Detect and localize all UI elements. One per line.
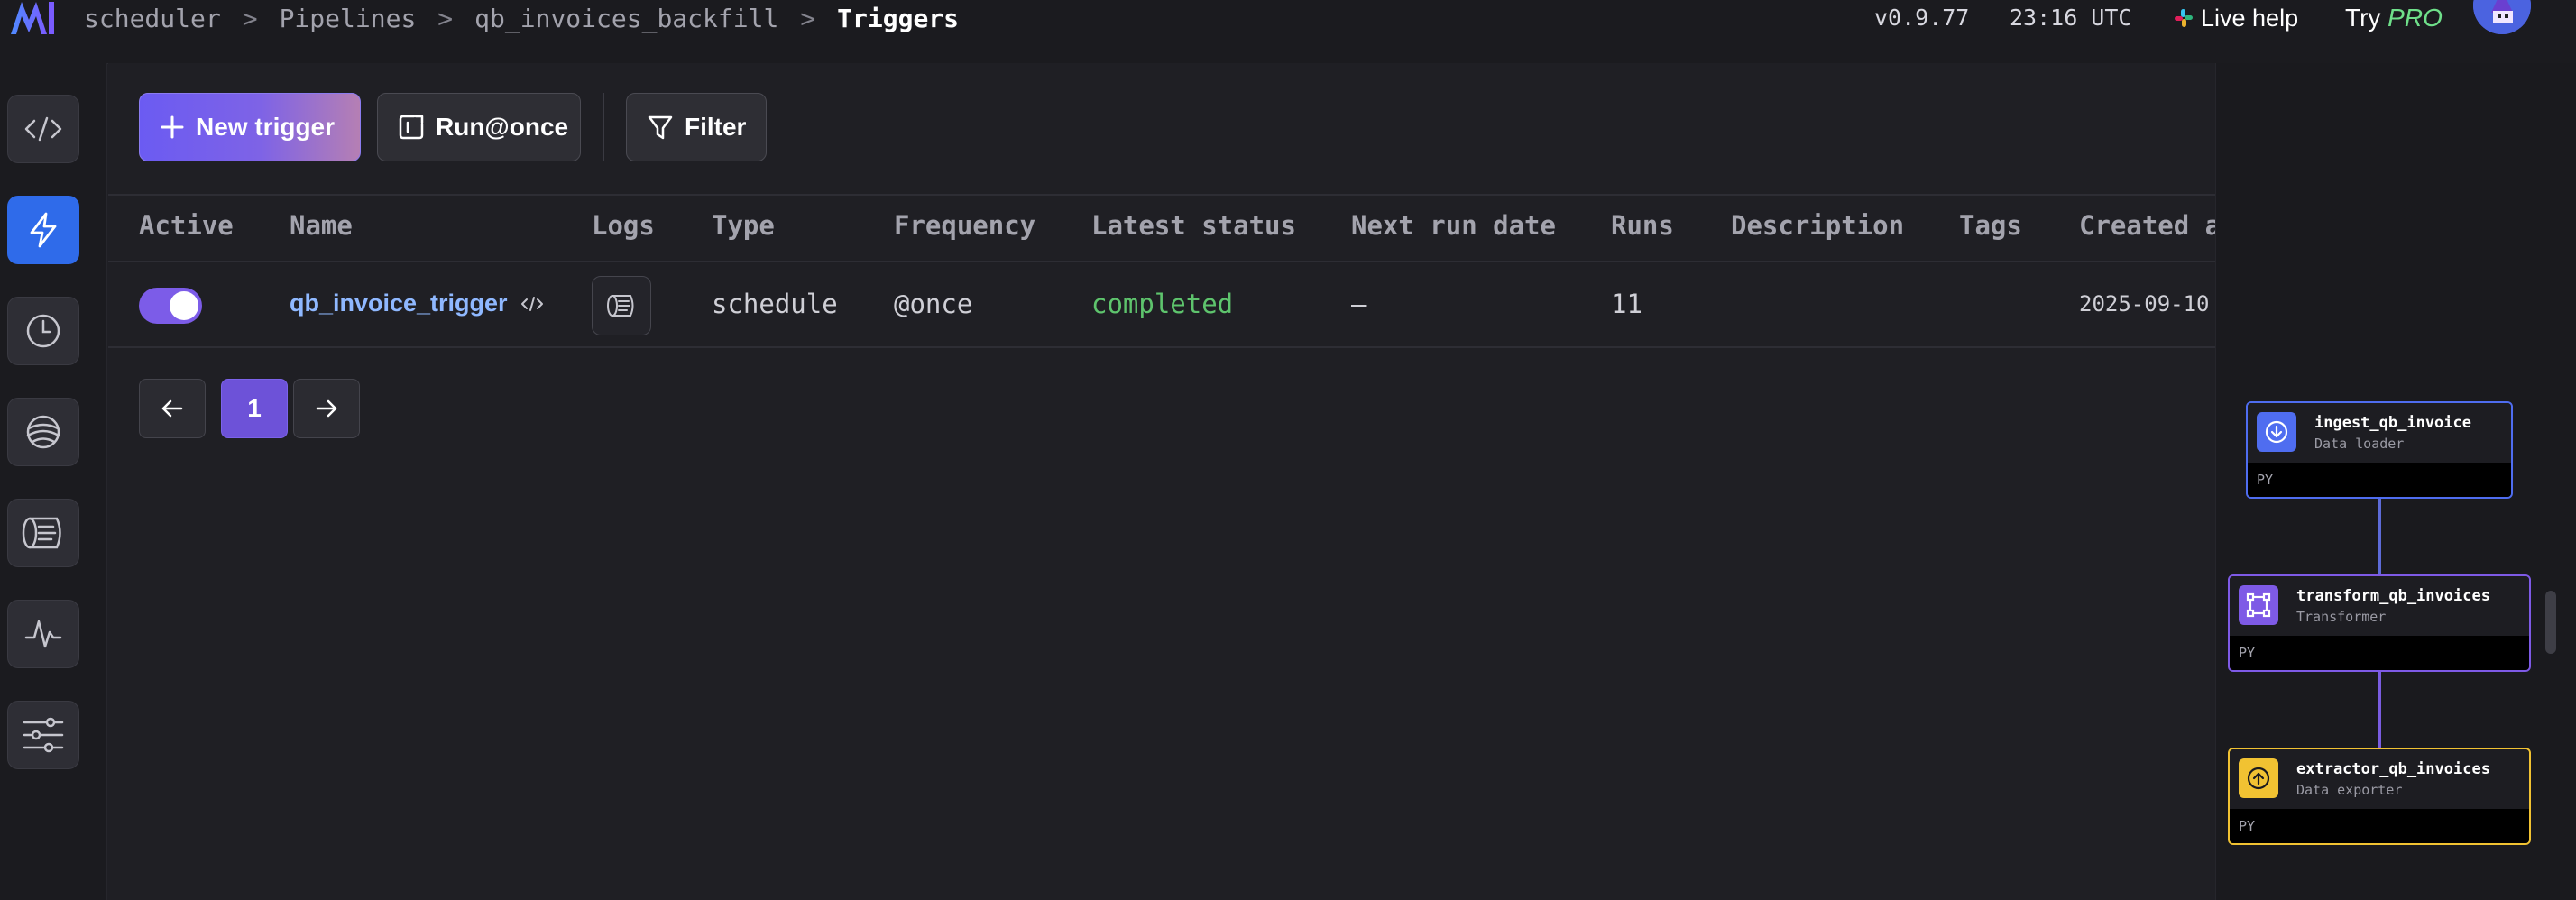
graph-edge [2378,670,2381,748]
slack-icon [2174,8,2194,28]
run-once-button[interactable]: Run@once [377,93,581,161]
breadcrumb-item-pipeline[interactable]: qb_invoices_backfill [474,4,778,33]
filter-button[interactable]: Filter [626,93,767,161]
sidebar-item-edit-pipeline[interactable] [7,95,79,163]
globe-icon [23,414,63,450]
upload-icon [2239,758,2278,798]
breadcrumb-separator: > [242,3,258,33]
logs-icon [21,515,66,551]
trigger-type: schedule [712,289,838,319]
column-header-runs[interactable]: Runs [1611,210,1674,241]
pagination-page-button[interactable]: 1 [221,379,288,438]
live-help-label: Live help [2201,4,2299,32]
download-icon [2257,412,2296,452]
code-icon [520,296,544,312]
version-label: v0.9.77 [1874,5,1970,31]
block-footer [2230,636,2529,670]
panel-scrollbar-thumb[interactable] [2545,591,2556,654]
graph-block-export[interactable]: extractor_qb_invoices Data exporter PY [2228,748,2531,845]
triggers-main: New trigger Run@once Filter Active Name … [108,63,2221,900]
column-header-created-at[interactable]: Created a [2079,210,2221,241]
graph-block-ingest[interactable]: ingest_qb_invoice Data loader PY [2246,401,2513,499]
run-once-label: Run@once [436,113,569,141]
block-type: Data exporter [2296,782,2403,798]
sidebar-item-logs[interactable] [7,499,79,567]
code-icon [23,115,63,142]
clock-label: 23:16 UTC [2010,5,2132,31]
column-header-type[interactable]: Type [712,210,775,241]
logs-button[interactable] [592,276,651,335]
arrow-right-icon [315,399,338,418]
logs-icon [606,293,637,318]
pagination-next-button[interactable] [293,379,360,438]
trigger-frequency: @once [894,289,973,319]
breadcrumb: scheduler > Pipelines > qb_invoices_back… [84,0,959,36]
trigger-created-at: 2025-09-10 [2079,291,2210,317]
block-name: ingest_qb_invoice [2314,414,2471,432]
transform-icon [2239,585,2278,625]
graph-edge [2378,499,2381,576]
mage-logo[interactable] [9,0,56,36]
filter-label: Filter [685,113,747,141]
arrow-left-icon [161,399,184,418]
block-name: transform_qb_invoices [2296,587,2490,605]
active-toggle[interactable] [139,288,202,324]
breadcrumb-item-scheduler[interactable]: scheduler [84,4,221,33]
block-language: PY [2239,645,2256,661]
column-header-frequency[interactable]: Frequency [894,210,1035,241]
plus-icon [160,115,185,140]
breadcrumb-separator: > [437,3,454,33]
live-help-link[interactable]: Live help [2174,0,2298,36]
clock-icon [25,313,61,349]
pagination-prev-button[interactable] [139,379,206,438]
run-once-icon [398,114,425,141]
sidebar-item-triggers[interactable] [7,196,79,264]
sidebar-item-runs[interactable] [7,297,79,365]
top-bar: scheduler > Pipelines > qb_invoices_back… [0,0,2576,64]
block-language: PY [2239,818,2256,834]
block-language: PY [2257,472,2274,488]
try-label: Try [2345,4,2381,32]
column-header-name[interactable]: Name [290,210,353,241]
new-trigger-label: New trigger [196,113,336,141]
table-top-border [108,194,2215,196]
breadcrumb-item-pipelines[interactable]: Pipelines [280,4,417,33]
breadcrumb-current: Triggers [837,3,960,33]
settings-sliders-icon [22,716,65,754]
panel-scrollbar[interactable] [2542,63,2560,900]
graph-block-transform[interactable]: transform_qb_invoices Transformer PY [2228,574,2531,672]
breadcrumb-separator: > [800,3,816,33]
sidebar-item-settings[interactable] [7,701,79,769]
monitor-icon [23,616,63,652]
column-header-logs: Logs [592,210,655,241]
pro-label: PRO [2387,4,2443,32]
column-header-tags: Tags [1959,210,2022,241]
column-header-next-run-date[interactable]: Next run date [1351,210,1556,241]
block-footer [2248,463,2511,497]
block-type: Data loader [2314,436,2405,452]
sidebar-item-monitor[interactable] [7,600,79,668]
trigger-name-link[interactable]: qb_invoice_trigger [290,289,544,317]
block-type: Transformer [2296,609,2387,625]
column-header-latest-status[interactable]: Latest status [1091,210,1296,241]
column-header-active[interactable]: Active [139,210,234,241]
column-header-description: Description [1731,210,1905,241]
filter-icon [647,114,674,141]
try-pro-link[interactable]: Try PRO [2345,0,2443,36]
table-row-border [108,346,2215,348]
block-name: extractor_qb_invoices [2296,760,2490,778]
block-footer [2230,809,2529,843]
trigger-name: qb_invoice_trigger [290,289,508,317]
trigger-latest-status: completed [1091,289,1234,319]
toolbar-divider [603,93,604,161]
trigger-runs: 11 [1611,289,1642,319]
lightning-icon [28,212,59,248]
trigger-next-run-date: – [1351,289,1367,319]
table-header-border [108,261,2215,262]
sidebar [0,63,107,900]
toggle-knob [170,291,198,320]
avatar[interactable] [2473,0,2531,34]
sidebar-item-backfills[interactable] [7,398,79,466]
new-trigger-button[interactable]: New trigger [139,93,361,161]
